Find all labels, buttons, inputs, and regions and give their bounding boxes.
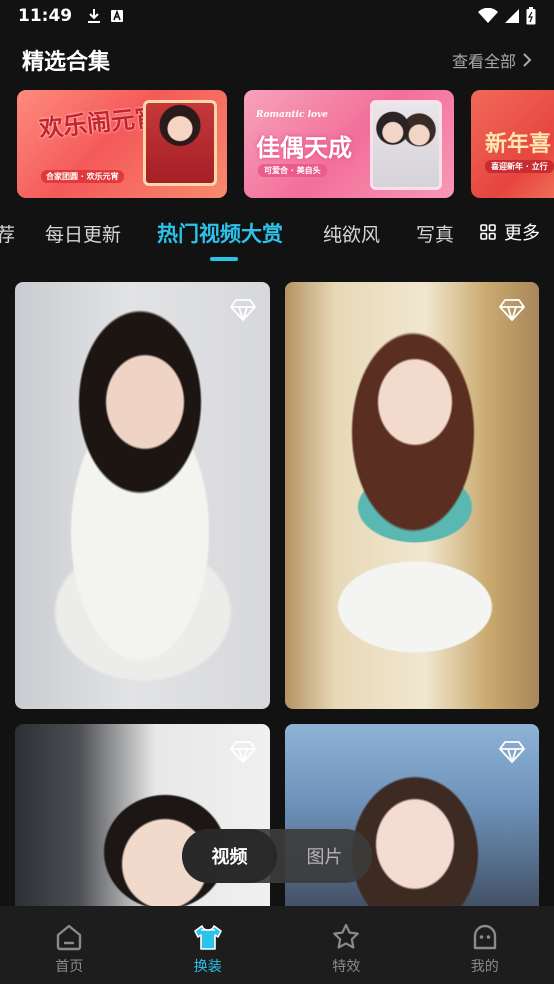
banner-new-year[interactable]: 新年喜 喜迎新年 · 立行 [471, 90, 554, 198]
shirt-icon [193, 925, 222, 950]
video-card[interactable] [285, 724, 539, 924]
diamond-icon [230, 299, 256, 321]
status-time: 11:49 [18, 6, 73, 26]
nav-label: 特效 [332, 959, 361, 975]
nav-profile[interactable]: 我的 [416, 906, 554, 984]
nav-effects[interactable]: 特效 [277, 906, 416, 984]
toggle-video-option[interactable]: 视频 [182, 843, 277, 869]
diamond-icon [499, 741, 525, 763]
media-type-toggle: 视频 图片 [182, 829, 372, 883]
more-label: 更多 [504, 223, 540, 244]
banner-subtitle: 喜迎新年 · 立行 [485, 160, 554, 173]
banner-title: 佳偶天成 [256, 133, 352, 162]
banner-photo [370, 100, 442, 190]
home-icon [57, 924, 82, 951]
tab-active-indicator [210, 257, 238, 261]
tab-daily-update[interactable]: 每日更新 [45, 220, 121, 247]
banner-tag: Romantic love [256, 110, 328, 120]
nav-home[interactable]: 首页 [0, 906, 139, 984]
nav-label: 首页 [55, 959, 84, 975]
tab-hot-videos[interactable]: 热门视频大赏 [157, 218, 283, 248]
video-card[interactable] [285, 282, 539, 709]
nav-outfit[interactable]: 换装 [139, 906, 278, 984]
diamond-icon [499, 299, 525, 321]
status-bar: 11:49 [0, 0, 554, 32]
banner-lantern-festival[interactable]: 欢乐闹元宵 合家团圆 · 欢乐元宵 [17, 90, 227, 198]
battery-icon [526, 7, 536, 25]
more-categories-button[interactable]: 更多 [468, 210, 554, 254]
banner-title: 欢乐闹元宵 [37, 101, 161, 144]
wifi-icon [478, 8, 498, 23]
tab-recommended[interactable]: 荐 [0, 220, 15, 247]
video-card[interactable] [15, 282, 270, 709]
featured-banner-carousel[interactable]: 欢乐闹元宵 合家团圆 · 欢乐元宵 Romantic love 佳偶天成 可爱合… [0, 90, 554, 198]
app-notification-icon [111, 9, 124, 22]
banner-romantic-couple[interactable]: Romantic love 佳偶天成 可爱合 · 美自头 [244, 90, 454, 198]
category-tabs: 荐 每日更新 热门视频大赏 纯欲风 写真 更多 [0, 210, 554, 266]
diamond-icon [230, 741, 256, 763]
bottom-navigation: 首页 换装 特效 我的 [0, 906, 554, 984]
toggle-image-option[interactable]: 图片 [277, 843, 372, 869]
view-all-label: 查看全部 [451, 52, 516, 71]
banner-subtitle: 可爱合 · 美自头 [258, 164, 327, 177]
section-title: 精选合集 [22, 50, 111, 75]
banner-subtitle: 合家团圆 · 欢乐元宵 [41, 170, 124, 183]
tab-pure-style[interactable]: 纯欲风 [323, 220, 380, 247]
featured-header: 精选合集 查看全部 [0, 40, 554, 80]
nav-label: 换装 [193, 959, 222, 975]
profile-icon [473, 924, 496, 950]
grid-icon [480, 224, 496, 240]
download-icon [88, 9, 101, 23]
tab-fade [448, 210, 468, 254]
nav-label: 我的 [470, 959, 499, 975]
signal-icon [505, 9, 519, 23]
chevron-right-icon [523, 53, 532, 67]
star-icon [333, 923, 360, 949]
video-card[interactable] [15, 724, 270, 924]
banner-title: 新年喜 [485, 132, 552, 157]
banner-photo [143, 100, 217, 186]
view-all-link[interactable]: 查看全部 [452, 48, 532, 72]
